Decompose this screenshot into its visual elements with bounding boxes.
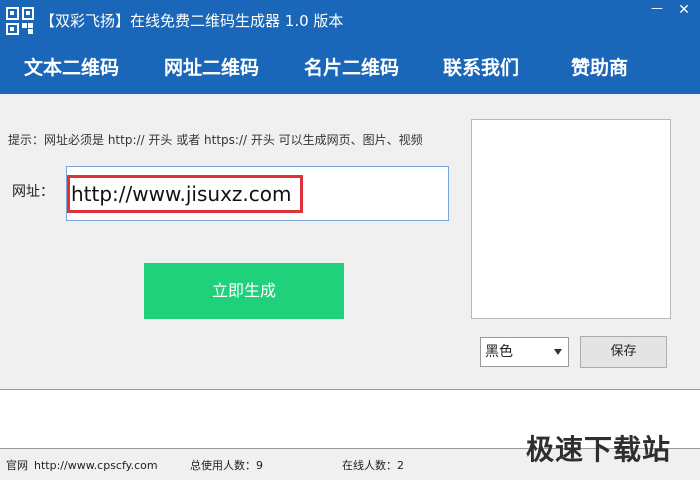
save-button[interactable]: 保存 bbox=[580, 336, 667, 368]
minimize-icon[interactable]: — bbox=[650, 2, 664, 14]
nav-item-contact[interactable]: 联系我们 bbox=[443, 56, 519, 80]
qr-app-icon bbox=[6, 7, 34, 35]
qr-code-preview bbox=[471, 119, 671, 319]
window-title: 【双彩飞扬】在线免费二维码生成器 1.0 版本 bbox=[40, 12, 344, 30]
url-input[interactable] bbox=[71, 178, 431, 210]
close-icon[interactable]: ✕ bbox=[674, 2, 694, 18]
color-select[interactable]: 黑色 bbox=[480, 337, 569, 367]
chevron-down-icon bbox=[554, 349, 562, 355]
watermark-text: 极速下载站 bbox=[526, 433, 672, 466]
total-users-count: 总使用人数：9 bbox=[190, 459, 263, 472]
url-hint-text: 提示：网址必须是 http:// 开头 或者 https:// 开头 可以生成网… bbox=[8, 133, 423, 147]
title-bar: 【双彩飞扬】在线免费二维码生成器 1.0 版本 — ✕ bbox=[0, 0, 700, 42]
site-url-link[interactable]: http://www.cpscfy.com bbox=[34, 459, 158, 473]
generate-button[interactable]: 立即生成 bbox=[144, 263, 344, 319]
site-label: 官网 bbox=[6, 459, 28, 472]
nav-item-card-qr[interactable]: 名片二维码 bbox=[304, 56, 399, 80]
nav-item-text-qr[interactable]: 文本二维码 bbox=[24, 56, 119, 80]
url-field[interactable] bbox=[66, 166, 449, 221]
online-users-count: 在线人数：2 bbox=[342, 459, 404, 472]
url-label: 网址： bbox=[12, 184, 54, 200]
nav-item-sponsor[interactable]: 赞助商 bbox=[571, 56, 628, 80]
color-select-value: 黑色 bbox=[485, 344, 513, 360]
nav-item-url-qr[interactable]: 网址二维码 bbox=[164, 56, 259, 80]
main-nav: 文本二维码 网址二维码 名片二维码 联系我们 赞助商 bbox=[0, 42, 700, 94]
